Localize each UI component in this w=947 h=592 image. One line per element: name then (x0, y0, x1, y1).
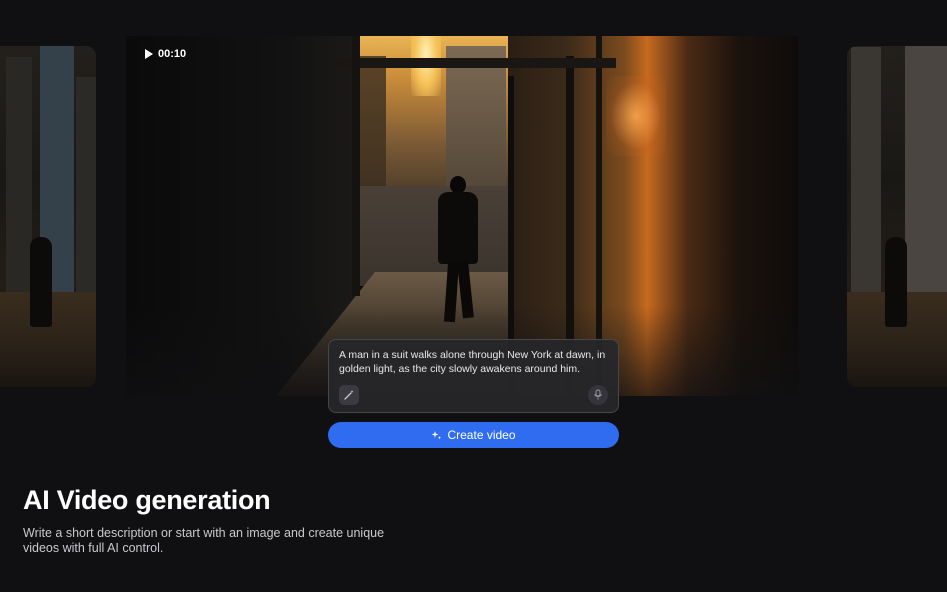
video-timer[interactable]: 00:10 (145, 48, 186, 60)
play-icon[interactable] (145, 49, 153, 59)
create-video-button[interactable]: Create video (328, 422, 619, 448)
building (6, 57, 32, 297)
window-glow (606, 76, 666, 156)
page-description: Write a short description or start with … (23, 526, 385, 555)
video-duration: 00:10 (158, 48, 187, 60)
microphone-icon (594, 389, 602, 400)
magic-wand-icon (344, 390, 354, 400)
man-silhouette (430, 176, 486, 326)
building (851, 47, 881, 297)
walker-silhouette (30, 237, 52, 327)
prompt-text[interactable]: A man in a suit walks alone through New … (339, 348, 608, 376)
man-torso (438, 192, 478, 264)
magic-wand-button[interactable] (339, 385, 359, 405)
overhead-beam (336, 58, 616, 68)
page: 00:10 A man in a suit walks alone throug… (0, 0, 947, 592)
microphone-button[interactable] (588, 385, 608, 405)
preview-card-right[interactable] (847, 46, 947, 387)
building (905, 46, 947, 297)
page-title: AI Video generation (23, 485, 271, 515)
pillar (352, 36, 360, 296)
prompt-box[interactable]: A man in a suit walks alone through New … (328, 339, 619, 413)
building (76, 77, 96, 297)
preview-card-left[interactable] (0, 46, 96, 387)
sparkle-icon (432, 430, 442, 439)
walker-silhouette (885, 237, 907, 327)
create-video-label: Create video (447, 428, 516, 442)
